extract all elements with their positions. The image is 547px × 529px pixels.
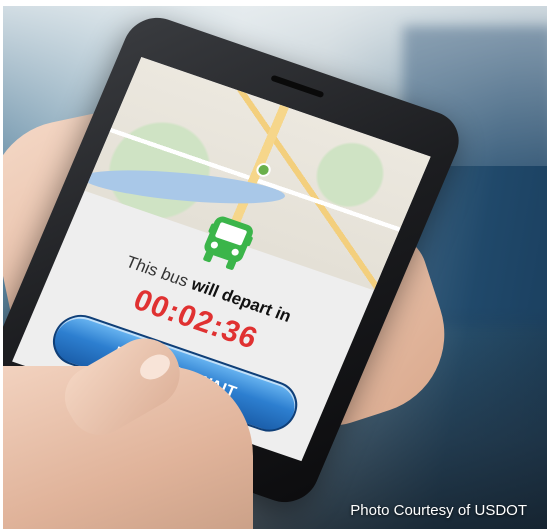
phone-speaker [270,74,325,99]
photo: This bus will depart in 00:02:36 REQUEST… [3,6,547,529]
map-location-pin [254,161,273,179]
photo-credit: Photo Courtesy of USDOT [350,502,527,519]
